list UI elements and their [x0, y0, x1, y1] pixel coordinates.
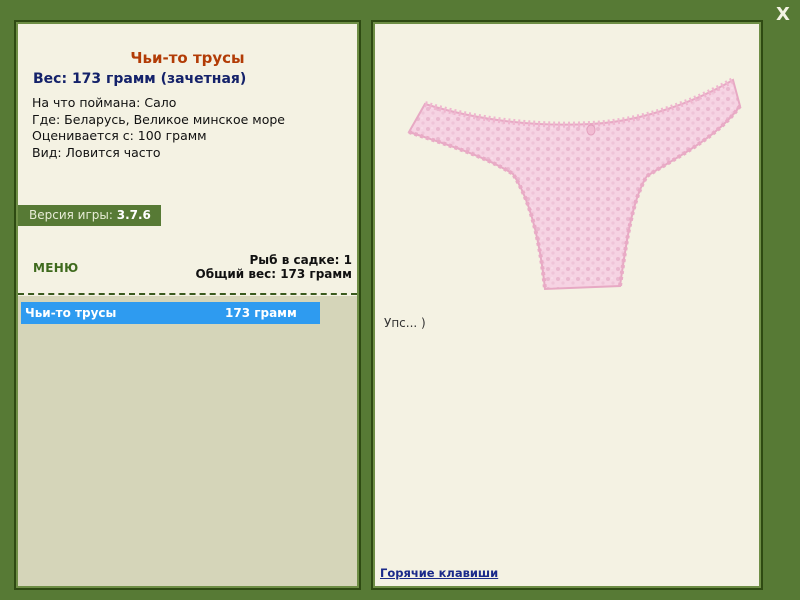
- catch-list: Чьи-то трусы 173 грамм: [18, 296, 357, 586]
- info-min-weight: Оценивается с: 100 грамм: [32, 128, 207, 143]
- hotkeys-link[interactable]: Горячие клавиши: [380, 566, 498, 580]
- fish-title: Чьи-то трусы: [130, 49, 245, 67]
- catch-image-content: Упс... ) Горячие клавиши: [375, 24, 759, 586]
- fish-info-content: Чьи-то трусы Вес: 173 грамм (зачетная) Н…: [18, 24, 357, 586]
- fish-weight: Вес: 173 грамм (зачетная): [33, 71, 247, 87]
- info-bait: На что поймана: Сало: [32, 95, 177, 110]
- menu-button[interactable]: МЕНЮ: [33, 261, 78, 275]
- cage-count: Рыб в садке: 1: [249, 253, 353, 267]
- cage-total-weight: Общий вес: 173 грамм: [195, 267, 352, 281]
- status-message: Упс... ): [384, 316, 426, 330]
- dashed-divider: [18, 293, 357, 295]
- catch-illustration: [407, 77, 742, 291]
- cage-stats: Рыб в садке: 1 Общий вес: 173 грамм: [196, 253, 352, 281]
- version-label: Версия игры:: [29, 208, 117, 222]
- info-kind: Вид: Ловится часто: [32, 144, 161, 160]
- catch-item-weight: 173 грамм: [225, 306, 297, 320]
- close-button[interactable]: X: [772, 4, 794, 26]
- fish-info-list: На что поймана: Сало Где: Беларусь, Вели…: [32, 95, 285, 161]
- catch-image-panel: Упс... ) Горячие клавиши: [371, 20, 763, 590]
- info-location: Где: Беларусь, Великое минское море: [32, 111, 285, 127]
- catch-list-item[interactable]: Чьи-то трусы 173 грамм: [21, 302, 320, 324]
- fish-info-panel: Чьи-то трусы Вес: 173 грамм (зачетная) Н…: [14, 20, 361, 590]
- version-bar: Версия игры: 3.7.6: [18, 205, 161, 226]
- catch-item-name: Чьи-то трусы: [25, 306, 117, 320]
- version-value: 3.7.6: [116, 208, 151, 222]
